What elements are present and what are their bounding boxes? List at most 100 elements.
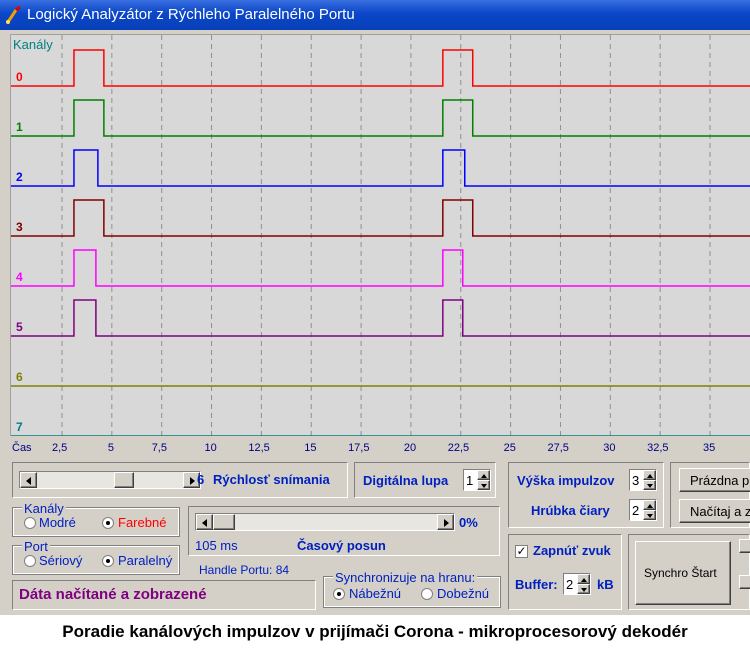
load-button[interactable]: Načítaj a z — [679, 499, 750, 523]
channel-6-label: 6 — [16, 370, 23, 384]
side-button-bottom[interactable] — [739, 575, 750, 589]
signal-plot: Kanály 0 1 2 3 4 5 6 7 — [10, 34, 750, 437]
radio-serial-label: Sériový — [39, 553, 83, 568]
side-button-top[interactable] — [739, 539, 750, 553]
thickness-up-button[interactable] — [643, 500, 656, 510]
radio-serial[interactable] — [24, 555, 36, 567]
buffer-down-button[interactable] — [577, 584, 590, 594]
buffer-value: 2 — [566, 577, 574, 592]
speed-label: Rýchlosť snímania — [213, 472, 330, 487]
sync-group: Synchronizuje na hranu: Nábežnú Dobežnú — [323, 570, 501, 608]
caption: Poradie kanálových impulzov v prijímači … — [62, 622, 688, 641]
time-tick-label: 25 — [503, 442, 516, 454]
radio-blue[interactable] — [24, 517, 36, 529]
arrow-left-icon — [202, 519, 207, 527]
time-tick-label: 12,5 — [248, 442, 270, 454]
zoom-panel: Digitálna lupa 1 — [354, 462, 496, 498]
channel-5-trace — [11, 299, 750, 337]
time-shift-label: Časový posun — [297, 538, 386, 553]
time-tick-label: 22,5 — [447, 442, 470, 454]
speed-scroll-thumb[interactable] — [114, 472, 134, 488]
time-tick-label: 27,5 — [547, 442, 569, 454]
empty-button[interactable]: Prázdna p — [679, 468, 750, 492]
time-tick-label: 15 — [304, 442, 317, 454]
channel-1-trace — [11, 99, 750, 137]
time-shift-thumb[interactable] — [213, 514, 235, 530]
buffer-label: Buffer: — [515, 577, 558, 592]
channel-7-label: 7 — [16, 420, 23, 434]
load-button-label: Načítaj a z — [690, 504, 750, 519]
height-down-button[interactable] — [643, 480, 656, 490]
channel-1-label: 1 — [16, 120, 23, 134]
thickness-down-button[interactable] — [643, 510, 656, 520]
radio-color[interactable] — [102, 517, 114, 529]
channels-group-title: Kanály — [22, 501, 66, 516]
time-axis: Čas 2,5 5 7,5 10 12,5 15 17,5 20 22,5 25 27,5 30 32,… — [0, 436, 750, 460]
app-icon — [6, 5, 21, 24]
time-tick-label: 7,5 — [151, 442, 167, 454]
zoom-spinner[interactable]: 1 — [463, 469, 491, 491]
buffer-spinner[interactable]: 2 — [563, 573, 591, 595]
zoom-up-button[interactable] — [477, 470, 490, 480]
arrow-down-icon — [647, 484, 653, 488]
thickness-spinner[interactable]: 2 — [629, 499, 657, 521]
buffer-up-button[interactable] — [577, 574, 590, 584]
radio-rising[interactable] — [333, 588, 345, 600]
arrow-up-icon — [647, 474, 653, 478]
channel-0-trace — [11, 49, 750, 87]
radio-parallel[interactable] — [102, 555, 114, 567]
channel-0-label: 0 — [16, 70, 23, 84]
zoom-value: 1 — [466, 473, 474, 488]
speed-panel: 6 Rýchlosť snímania — [12, 462, 348, 498]
time-shift-scrollbar[interactable] — [195, 513, 455, 531]
arrow-right-icon — [190, 477, 195, 485]
time-shift-ms: 105 ms — [195, 538, 238, 553]
port-group: Port Sériový Paralelný — [12, 539, 180, 575]
arrow-down-icon — [647, 514, 653, 518]
synchro-start-button[interactable]: Synchro Štart — [635, 541, 731, 605]
channel-4-trace — [11, 249, 750, 287]
time-tick-label: 20 — [403, 442, 417, 454]
sound-panel: ✓ Zapnúť zvuk Buffer: 2 kB — [508, 534, 622, 610]
speed-scrollbar[interactable] — [19, 471, 201, 489]
empty-button-label: Prázdna p — [690, 473, 750, 488]
scroll-left-button[interactable] — [20, 472, 37, 488]
height-up-button[interactable] — [643, 470, 656, 480]
checkmark-icon: ✓ — [516, 544, 527, 558]
zoom-down-button[interactable] — [477, 480, 490, 490]
channel-2-label: 2 — [16, 170, 23, 184]
port-group-title: Port — [22, 539, 50, 554]
signal-canvas: Kanály 0 1 2 3 4 5 6 7 — [11, 35, 750, 437]
shift-left-button[interactable] — [196, 514, 213, 530]
time-tick-label: 35 — [703, 442, 716, 454]
time-tick-label: 5 — [107, 442, 114, 454]
height-label: Výška impulzov — [517, 473, 615, 488]
synchro-panel: Synchro Štart — [628, 534, 750, 610]
channel-2-trace — [11, 149, 750, 187]
shift-right-button[interactable] — [437, 514, 454, 530]
thickness-value: 2 — [632, 503, 640, 518]
sound-label: Zapnúť zvuk — [533, 543, 611, 558]
sync-group-title: Synchronizuje na hranu: — [333, 570, 478, 585]
radio-blue-label: Modré — [39, 515, 76, 530]
time-tick-label: 30 — [603, 442, 616, 454]
radio-falling[interactable] — [421, 588, 433, 600]
arrow-left-icon — [26, 477, 31, 485]
thickness-label: Hrúbka čiary — [531, 503, 610, 518]
arrow-down-icon — [481, 484, 487, 488]
time-tick-label: 10 — [204, 442, 217, 454]
app-window: Logický Analyzátor z Rýchleho Paralelnéh… — [0, 0, 750, 615]
arrow-up-icon — [481, 474, 487, 478]
time-tick-label: 2,5 — [52, 442, 68, 454]
time-tick-label: 32,5 — [647, 442, 669, 454]
channel-5-label: 5 — [16, 320, 23, 334]
time-tick-label: 17,5 — [348, 442, 370, 454]
buffer-unit: kB — [597, 577, 614, 592]
radio-rising-label: Nábežnú — [349, 586, 402, 601]
speed-value: 6 — [197, 472, 205, 487]
arrow-right-icon — [444, 519, 449, 527]
channel-3-label: 3 — [16, 220, 23, 234]
status-text: Dáta načítané a zobrazené — [19, 586, 207, 603]
sound-checkbox[interactable]: ✓ — [515, 545, 528, 558]
height-spinner[interactable]: 3 — [629, 469, 657, 491]
